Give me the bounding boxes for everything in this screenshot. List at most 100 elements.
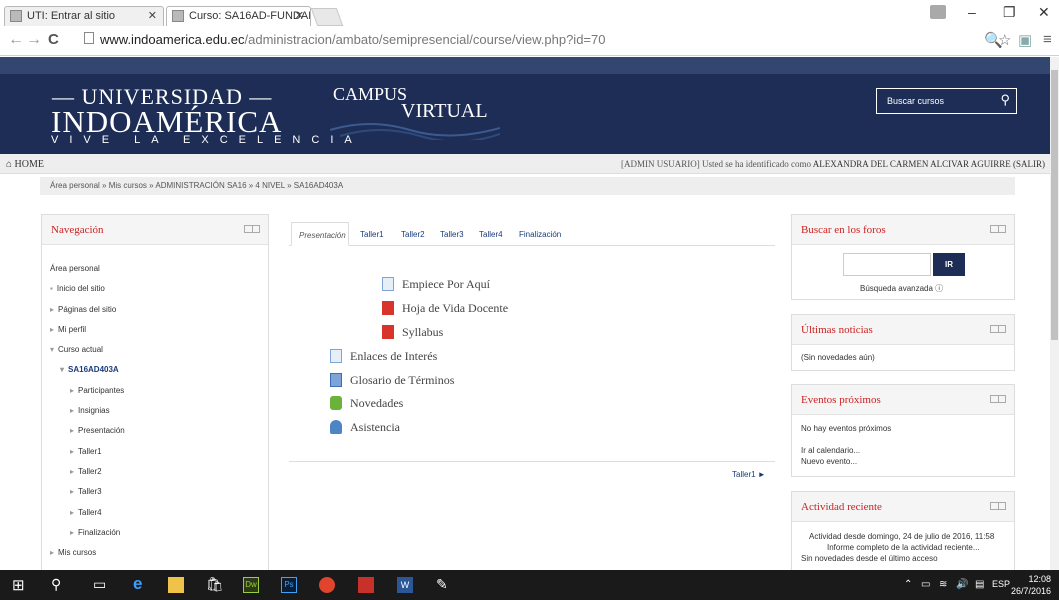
chevron-right-icon: ▸: [70, 386, 75, 395]
wave-decoration: [330, 123, 500, 140]
task-view-icon[interactable]: ▭: [93, 576, 106, 594]
clock[interactable]: 12:08 26/7/2016: [1011, 573, 1051, 597]
activity-asistencia[interactable]: Asistencia: [350, 420, 400, 435]
block-collapse-icon[interactable]: [990, 225, 1006, 233]
favicon-icon: [172, 10, 184, 22]
word-icon[interactable]: W: [397, 577, 413, 593]
nav-item-paginas[interactable]: ▸ Páginas del sitio: [50, 305, 116, 314]
menu-icon[interactable]: ≡: [1043, 31, 1052, 48]
nav-item-perfil[interactable]: ▸ Mi perfil: [50, 325, 86, 334]
nav-item-course[interactable]: ▾ SA16AD403A: [60, 365, 119, 374]
next-section-link[interactable]: Taller1 ►: [732, 470, 766, 479]
block-collapse-icon[interactable]: [990, 502, 1006, 510]
nav-item-presentacion[interactable]: ▸ Presentación: [70, 426, 125, 435]
maximize-icon[interactable]: ❐: [1003, 4, 1016, 21]
calendar-link[interactable]: Ir al calendario...: [801, 446, 860, 455]
chevron-right-icon: ▸: [70, 487, 75, 496]
tab-course[interactable]: Curso: SA16AD-FUNDAM ✕: [166, 6, 311, 26]
nav-item-inicio[interactable]: ▪ Inicio del sitio: [50, 284, 105, 293]
file-explorer-icon[interactable]: [168, 577, 184, 593]
tab-title: Curso: SA16AD-FUNDAM: [189, 10, 311, 22]
glossary-icon: [330, 373, 342, 387]
tab-taller4[interactable]: Taller4: [479, 230, 503, 239]
language-indicator[interactable]: ESP: [992, 579, 1010, 589]
close-tab-icon[interactable]: ✕: [148, 9, 157, 22]
forum-search-button[interactable]: IR: [933, 253, 965, 276]
new-event-link[interactable]: Nuevo evento...: [801, 457, 857, 466]
forward-icon[interactable]: →: [26, 31, 42, 49]
scrollbar-thumb[interactable]: [1051, 70, 1058, 340]
nav-item-taller2[interactable]: ▸ Taller2: [70, 467, 102, 476]
nav-item-mis-cursos[interactable]: ▸ Mis cursos: [50, 548, 96, 557]
minimize-icon[interactable]: –: [968, 4, 976, 20]
nav-item-taller1[interactable]: ▸ Taller1: [70, 447, 102, 456]
nav-item-curso-actual[interactable]: ▾ Curso actual: [50, 345, 103, 354]
block-collapse-icon[interactable]: [990, 395, 1006, 403]
profile-icon[interactable]: [930, 5, 946, 19]
recent-report-link[interactable]: Informe completo de la actividad recient…: [827, 543, 980, 552]
activity-glosario[interactable]: Glosario de Términos: [350, 373, 454, 388]
campus-title-1: CAMPUS: [333, 84, 408, 104]
block-collapse-icon[interactable]: [990, 325, 1006, 333]
activity-novedades[interactable]: Novedades: [350, 396, 403, 411]
nav-item-area-personal[interactable]: Área personal: [50, 264, 100, 273]
close-tab-icon[interactable]: ✕: [295, 9, 304, 22]
wifi-icon[interactable]: ≋: [939, 579, 947, 590]
advanced-search-link[interactable]: Búsqueda avanzada ⓘ: [860, 283, 943, 294]
tab-finalizacion[interactable]: Finalización: [519, 230, 561, 239]
recent-none: Sin novedades desde el último acceso: [801, 554, 938, 563]
activity-empiece[interactable]: Empiece Por Aquí: [402, 277, 490, 292]
login-info: [ADMIN USUARIO] Usted se ha identificado…: [621, 159, 1045, 169]
battery-icon[interactable]: ▭: [921, 579, 930, 590]
chevron-right-icon: ▸: [70, 508, 75, 517]
nav-item-participantes[interactable]: ▸ Participantes: [70, 386, 124, 395]
breadcrumb[interactable]: Área personal » Mis cursos » ADMINISTRAC…: [50, 181, 343, 190]
user-link[interactable]: ALEXANDRA DEL CARMEN ALCIVAR AGUIRRE (SA…: [813, 159, 1045, 169]
tab-presentacion[interactable]: Presentación: [291, 222, 349, 246]
store-icon[interactable]: 🛍: [206, 576, 224, 594]
dreamweaver-icon[interactable]: Dw: [243, 577, 259, 593]
url-field[interactable]: www.indoamerica.edu.ec/administracion/am…: [80, 29, 1010, 51]
chevron-right-icon: ▸: [70, 447, 75, 456]
block-header: Buscar en los foros: [792, 215, 1014, 245]
nav-item-taller3[interactable]: ▸ Taller3: [70, 487, 102, 496]
paint-icon[interactable]: ✎: [436, 576, 448, 594]
nav-item-finalizacion[interactable]: ▸ Finalización: [70, 528, 120, 537]
course-search-input[interactable]: Buscar cursos ⚲: [876, 88, 1017, 114]
chevron-right-icon: ▸: [70, 467, 75, 476]
close-window-icon[interactable]: ✕: [1038, 4, 1050, 21]
star-icon[interactable]: ☆: [998, 31, 1011, 49]
nav-item-insignias[interactable]: ▸ Insignias: [70, 406, 110, 415]
forum-search-input[interactable]: [843, 253, 931, 276]
notification-icon[interactable]: ▤: [975, 579, 984, 590]
chrome-icon[interactable]: [319, 577, 335, 593]
home-label: HOME: [14, 159, 44, 170]
block-collapse-icon[interactable]: [244, 225, 260, 233]
reload-icon[interactable]: C: [48, 31, 59, 48]
news-block: Últimas noticias (Sin novedades aún): [791, 314, 1015, 371]
nav-item-taller4[interactable]: ▸ Taller4: [70, 508, 102, 517]
tray-up-icon[interactable]: ⌃: [904, 579, 912, 590]
windows-start-icon[interactable]: ⊞: [12, 576, 25, 594]
edge-icon[interactable]: e: [133, 574, 142, 593]
search-icon[interactable]: ⚲: [1000, 92, 1010, 108]
course-tabs: Presentación Taller1 Taller2 Taller3 Tal…: [289, 222, 775, 246]
tab-taller1[interactable]: Taller1: [360, 230, 384, 239]
back-icon[interactable]: ←: [8, 31, 24, 49]
extension-icon[interactable]: ▣: [1018, 31, 1032, 49]
tab-taller2[interactable]: Taller2: [401, 230, 425, 239]
home-link[interactable]: ⌂ HOME: [6, 159, 44, 170]
activity-hoja-vida[interactable]: Hoja de Vida Docente: [402, 301, 508, 316]
volume-icon[interactable]: 🔊: [956, 579, 968, 590]
activity-enlaces[interactable]: Enlaces de Interés: [350, 349, 437, 364]
tab-login[interactable]: UTI: Entrar al sitio ✕: [4, 6, 164, 26]
chevron-down-icon: ▾: [60, 365, 65, 374]
bullet-icon: ▪: [50, 284, 53, 293]
new-tab-button[interactable]: [310, 8, 344, 26]
search-icon[interactable]: ⚲: [51, 576, 61, 594]
acrobat-icon[interactable]: [358, 577, 374, 593]
tab-taller3[interactable]: Taller3: [440, 230, 464, 239]
activity-syllabus[interactable]: Syllabus: [402, 325, 443, 340]
block-title: Eventos próximos: [801, 394, 881, 406]
photoshop-icon[interactable]: Ps: [281, 577, 297, 593]
